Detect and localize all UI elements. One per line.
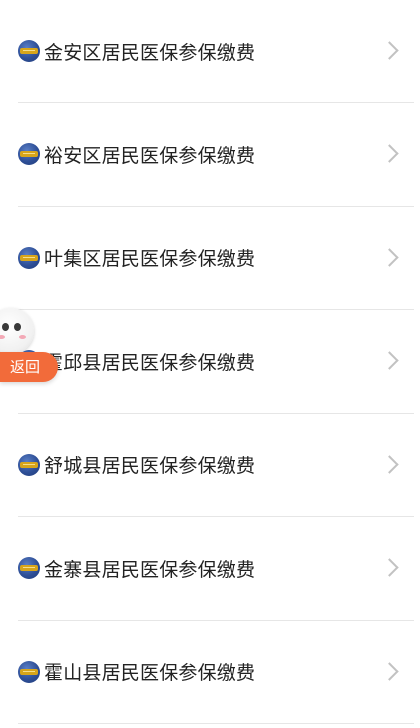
list-item-jinan[interactable]: 金安区居民医保参保缴费 xyxy=(18,0,414,103)
mascot-eye xyxy=(14,323,21,331)
mascot-cheek xyxy=(19,335,26,339)
chevron-right-icon xyxy=(380,351,399,370)
chevron-right-icon xyxy=(380,558,399,577)
mascot-cheek xyxy=(0,335,5,339)
list-item-yuan[interactable]: 裕安区居民医保参保缴费 xyxy=(18,103,414,207)
chis-logo-icon xyxy=(18,40,40,62)
list-item-label: 金寨县居民医保参保缴费 xyxy=(44,558,256,581)
chis-logo-icon xyxy=(18,557,40,580)
list-item-label: 霍山县居民医保参保缴费 xyxy=(44,662,256,685)
floating-back-widget[interactable]: 返回 xyxy=(0,308,62,384)
chis-logo-icon xyxy=(18,453,40,476)
chevron-right-icon xyxy=(380,455,399,474)
list-item-label: 舒城县居民医保参保缴费 xyxy=(44,455,256,478)
list-item-label: 裕安区居民医保参保缴费 xyxy=(44,144,256,167)
chevron-right-icon xyxy=(380,41,399,60)
mascot-icon xyxy=(0,308,34,354)
chevron-right-icon xyxy=(380,662,399,681)
chevron-right-icon xyxy=(380,248,399,267)
list-item-huoshan[interactable]: 霍山县居民医保参保缴费 xyxy=(18,621,414,724)
list-item-shucheng[interactable]: 舒城县居民医保参保缴费 xyxy=(18,414,414,517)
list-item-label: 金安区居民医保参保缴费 xyxy=(44,41,256,64)
chevron-right-icon xyxy=(380,144,399,163)
chis-logo-icon xyxy=(18,660,40,683)
list-item-yeji[interactable]: 叶集区居民医保参保缴费 xyxy=(18,207,414,310)
chis-logo-icon xyxy=(18,143,40,166)
back-button[interactable]: 返回 xyxy=(0,352,58,382)
list-item-huoqiu[interactable]: 霍邱县居民医保参保缴费 xyxy=(18,310,414,414)
list-item-label: 叶集区居民医保参保缴费 xyxy=(44,248,256,271)
list-item-label: 霍邱县居民医保参保缴费 xyxy=(44,351,256,374)
service-list: 金安区居民医保参保缴费 裕安区居民医保参保缴费 叶集区居民医保参保缴费 霍邱县居… xyxy=(0,0,420,724)
list-item-jinzhai[interactable]: 金寨县居民医保参保缴费 xyxy=(18,517,414,621)
chis-logo-icon xyxy=(18,246,40,269)
mascot-eye xyxy=(2,323,9,331)
